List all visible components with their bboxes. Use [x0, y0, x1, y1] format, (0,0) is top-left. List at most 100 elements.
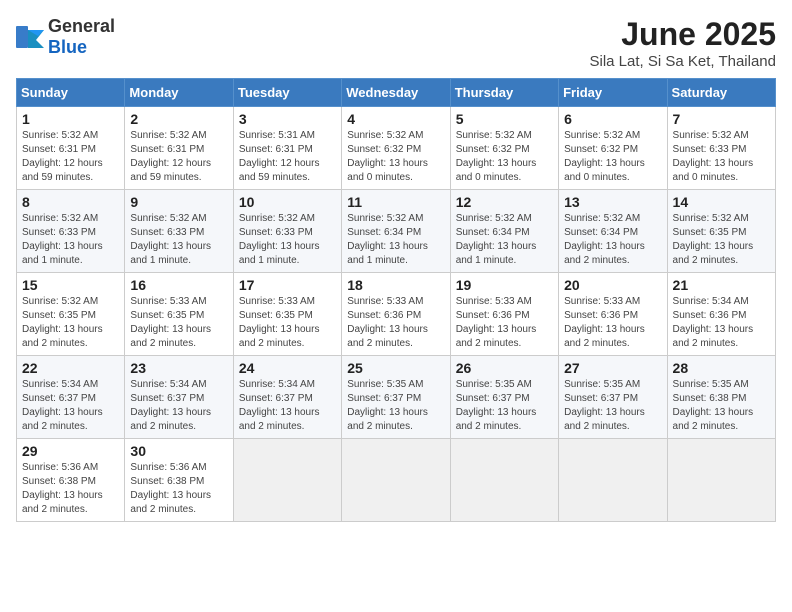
day-info: Sunrise: 5:33 AMSunset: 6:36 PMDaylight:… [456, 295, 553, 351]
day-number: 26 [456, 360, 553, 376]
calendar-day-cell: 9 Sunrise: 5:32 AMSunset: 6:33 PMDaylight… [125, 190, 233, 273]
calendar-day-cell: 13 Sunrise: 5:32 AMSunset: 6:34 PMDayligh… [559, 190, 667, 273]
day-info: Sunrise: 5:31 AMSunset: 6:31 PMDaylight:… [239, 129, 336, 185]
day-info: Sunrise: 5:35 AMSunset: 6:37 PMDaylight:… [347, 378, 444, 434]
day-info: Sunrise: 5:32 AMSunset: 6:33 PMDaylight:… [22, 212, 119, 268]
day-number: 24 [239, 360, 336, 376]
calendar-header-cell: Sunday [17, 79, 125, 107]
day-number: 5 [456, 111, 553, 127]
day-number: 11 [347, 194, 444, 210]
calendar-day-cell: 19 Sunrise: 5:33 AMSunset: 6:36 PMDayligh… [450, 273, 558, 356]
day-number: 3 [239, 111, 336, 127]
day-number: 6 [564, 111, 661, 127]
page-header: General Blue June 2025 Sila Lat, Si Sa K… [16, 16, 776, 70]
logo-icon [16, 26, 44, 48]
logo-general: General [48, 16, 115, 36]
calendar-day-cell: 18 Sunrise: 5:33 AMSunset: 6:36 PMDayligh… [342, 273, 450, 356]
day-info: Sunrise: 5:34 AMSunset: 6:37 PMDaylight:… [22, 378, 119, 434]
day-number: 20 [564, 277, 661, 293]
calendar-header-row: SundayMondayTuesdayWednesdayThursdayFrid… [17, 79, 776, 107]
day-info: Sunrise: 5:32 AMSunset: 6:32 PMDaylight:… [347, 129, 444, 185]
day-info: Sunrise: 5:34 AMSunset: 6:37 PMDaylight:… [130, 378, 227, 434]
day-number: 17 [239, 277, 336, 293]
calendar-day-cell: 8Sunrise: 5:32 AMSunset: 6:33 PMDaylight… [17, 190, 125, 273]
day-info: Sunrise: 5:33 AMSunset: 6:36 PMDaylight:… [347, 295, 444, 351]
logo: General Blue [16, 16, 115, 58]
calendar-header-cell: Wednesday [342, 79, 450, 107]
calendar-day-cell: 29Sunrise: 5:36 AMSunset: 6:38 PMDayligh… [17, 439, 125, 522]
calendar-day-cell: 11Sunrise: 5:32 AMSunset: 6:34 PMDayligh… [342, 190, 450, 273]
calendar-day-cell: 17 Sunrise: 5:33 AMSunset: 6:35 PMDayligh… [233, 273, 341, 356]
location-title: Sila Lat, Si Sa Ket, Thailand [589, 53, 776, 70]
calendar-day-cell: 15 Sunrise: 5:32 AMSunset: 6:35 PMDayligh… [17, 273, 125, 356]
calendar-day-cell: 7Sunrise: 5:32 AMSunset: 6:33 PMDaylight… [667, 107, 775, 190]
day-number: 12 [456, 194, 553, 210]
day-number: 23 [130, 360, 227, 376]
day-info: Sunrise: 5:36 AMSunset: 6:38 PMDaylight:… [130, 461, 227, 517]
day-info: Sunrise: 5:34 AMSunset: 6:36 PMDaylight:… [673, 295, 770, 351]
day-number: 13 [564, 194, 661, 210]
day-info: Sunrise: 5:32 AMSunset: 6:35 PMDaylight:… [22, 295, 119, 351]
calendar-day-cell: 27Sunrise: 5:35 AMSunset: 6:37 PMDayligh… [559, 356, 667, 439]
day-number: 29 [22, 443, 119, 459]
day-number: 22 [22, 360, 119, 376]
calendar-day-cell: 14Sunrise: 5:32 AMSunset: 6:35 PMDayligh… [667, 190, 775, 273]
calendar-week-row: 1Sunrise: 5:32 AMSunset: 6:31 PMDaylight… [17, 107, 776, 190]
calendar-week-row: 29 Sunrise: 5:36 AMSunset: 6:38 PMDayligh… [17, 439, 776, 522]
calendar-day-cell: 3 Sunrise: 5:31 AMSunset: 6:31 PMDaylight… [233, 107, 341, 190]
day-info: Sunrise: 5:32 AMSunset: 6:33 PMDaylight:… [673, 129, 770, 185]
day-number: 14 [673, 194, 770, 210]
day-info: Sunrise: 5:33 AMSunset: 6:35 PMDaylight:… [239, 295, 336, 351]
day-number: 16 [130, 277, 227, 293]
day-info: Sunrise: 5:32 AMSunset: 6:32 PMDaylight:… [456, 129, 553, 185]
calendar-week-row: 22 Sunrise: 5:34 AMSunset: 6:37 PMDayligh… [17, 356, 776, 439]
calendar-day-cell: 30 Sunrise: 5:36 AMSunset: 6:38 PMDayligh… [125, 439, 233, 522]
day-info: Sunrise: 5:35 AMSunset: 6:38 PMDaylight:… [673, 378, 770, 434]
day-info: Sunrise: 5:32 AMSunset: 6:31 PMDaylight:… [22, 129, 119, 185]
calendar-day-cell: 4 Sunrise: 5:32 AMSunset: 6:32 PMDaylight… [342, 107, 450, 190]
day-number: 9 [130, 194, 227, 210]
day-number: 2 [130, 111, 227, 127]
calendar-header-cell: Saturday [667, 79, 775, 107]
calendar-day-cell: 10Sunrise: 5:32 AMSunset: 6:33 PMDayligh… [233, 190, 341, 273]
calendar-body: 1Sunrise: 5:32 AMSunset: 6:31 PMDaylight… [17, 107, 776, 522]
calendar-header-cell: Friday [559, 79, 667, 107]
month-title: June 2025 [589, 16, 776, 53]
day-number: 28 [673, 360, 770, 376]
title-area: June 2025 Sila Lat, Si Sa Ket, Thailand [589, 16, 776, 70]
calendar-day-cell: 28 Sunrise: 5:35 AMSunset: 6:38 PMDayligh… [667, 356, 775, 439]
calendar-day-cell: 20Sunrise: 5:33 AMSunset: 6:36 PMDayligh… [559, 273, 667, 356]
day-number: 19 [456, 277, 553, 293]
calendar-day-cell [342, 439, 450, 522]
calendar-header-cell: Thursday [450, 79, 558, 107]
calendar-day-cell [559, 439, 667, 522]
calendar-week-row: 8Sunrise: 5:32 AMSunset: 6:33 PMDaylight… [17, 190, 776, 273]
calendar-day-cell: 26 Sunrise: 5:35 AMSunset: 6:37 PMDayligh… [450, 356, 558, 439]
day-info: Sunrise: 5:32 AMSunset: 6:31 PMDaylight:… [130, 129, 227, 185]
day-number: 30 [130, 443, 227, 459]
day-number: 4 [347, 111, 444, 127]
calendar-day-cell: 16Sunrise: 5:33 AMSunset: 6:35 PMDayligh… [125, 273, 233, 356]
day-info: Sunrise: 5:32 AMSunset: 6:33 PMDaylight:… [239, 212, 336, 268]
calendar-day-cell [233, 439, 341, 522]
calendar-day-cell [450, 439, 558, 522]
day-info: Sunrise: 5:32 AMSunset: 6:32 PMDaylight:… [564, 129, 661, 185]
calendar-day-cell: 2 Sunrise: 5:32 AMSunset: 6:31 PMDaylight… [125, 107, 233, 190]
day-info: Sunrise: 5:32 AMSunset: 6:34 PMDaylight:… [564, 212, 661, 268]
logo-blue: Blue [48, 37, 87, 57]
day-info: Sunrise: 5:32 AMSunset: 6:33 PMDaylight:… [130, 212, 227, 268]
calendar-header-cell: Tuesday [233, 79, 341, 107]
day-number: 18 [347, 277, 444, 293]
calendar-day-cell: 6 Sunrise: 5:32 AMSunset: 6:32 PMDaylight… [559, 107, 667, 190]
calendar-week-row: 15 Sunrise: 5:32 AMSunset: 6:35 PMDayligh… [17, 273, 776, 356]
calendar-day-cell: 1Sunrise: 5:32 AMSunset: 6:31 PMDaylight… [17, 107, 125, 190]
calendar-table: SundayMondayTuesdayWednesdayThursdayFrid… [16, 78, 776, 522]
day-number: 21 [673, 277, 770, 293]
calendar-day-cell: 5 Sunrise: 5:32 AMSunset: 6:32 PMDaylight… [450, 107, 558, 190]
calendar-day-cell: 21 Sunrise: 5:34 AMSunset: 6:36 PMDayligh… [667, 273, 775, 356]
calendar-header-cell: Monday [125, 79, 233, 107]
day-number: 15 [22, 277, 119, 293]
day-number: 25 [347, 360, 444, 376]
day-info: Sunrise: 5:35 AMSunset: 6:37 PMDaylight:… [456, 378, 553, 434]
day-number: 27 [564, 360, 661, 376]
